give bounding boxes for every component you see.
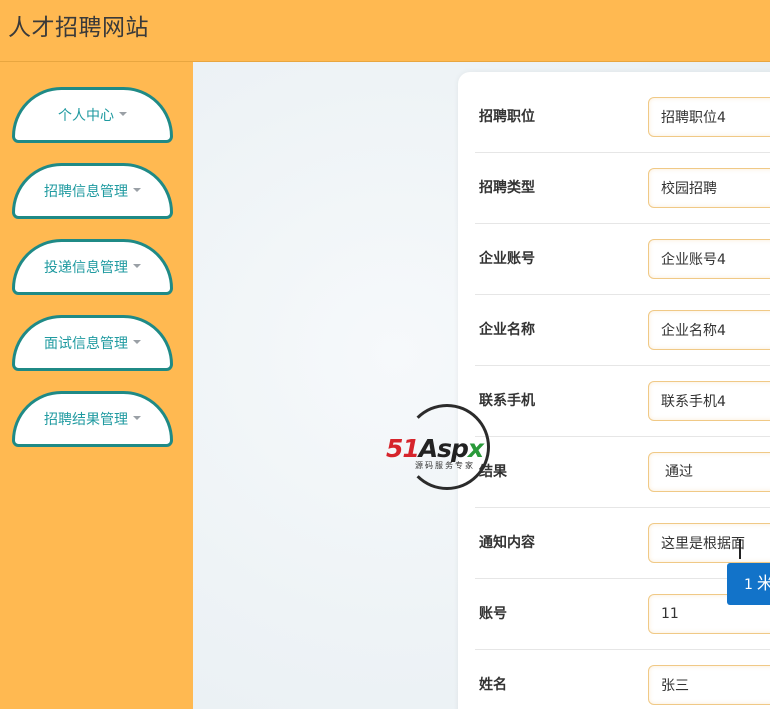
floating-side-button[interactable]: 1米: [727, 563, 770, 605]
position-field[interactable]: [648, 97, 770, 137]
form-row-notice: 通知内容: [475, 508, 770, 579]
field-label: 通知内容: [479, 535, 535, 551]
notice-content-field[interactable]: [648, 523, 770, 563]
field-label: 企业账号: [479, 251, 535, 267]
sidebar-item-personal-center[interactable]: 个人中心: [12, 87, 173, 143]
sidebar-item-label: 招聘信息管理: [44, 184, 128, 200]
sidebar-item-label: 个人中心: [58, 108, 114, 124]
sidebar-item-label: 面试信息管理: [44, 336, 128, 352]
field-label: 招聘职位: [479, 109, 535, 125]
result-select[interactable]: 通过: [648, 452, 770, 492]
detail-form: 招聘职位 招聘类型 企业账号 企业名称 联系手机 结果 通过 通知内容 账号 姓…: [458, 72, 770, 709]
contact-phone-field[interactable]: [648, 381, 770, 421]
form-row-company-account: 企业账号: [475, 224, 770, 295]
field-label: 招聘类型: [479, 180, 535, 196]
sidebar-item-interview-info[interactable]: 面试信息管理: [12, 315, 173, 371]
form-row-type: 招聘类型: [475, 153, 770, 224]
form-row-phone: 联系手机: [475, 366, 770, 437]
form-row-result: 结果 通过: [475, 437, 770, 508]
sidebar-item-label: 招聘结果管理: [44, 412, 128, 428]
company-account-field[interactable]: [648, 239, 770, 279]
form-row-name: 姓名: [475, 650, 770, 709]
form-row-position: 招聘职位: [475, 82, 770, 153]
caret-down-icon: [133, 188, 141, 192]
form-row-company-name: 企业名称: [475, 295, 770, 366]
field-label: 企业名称: [479, 322, 535, 338]
float-button-big-text: 米: [756, 574, 770, 594]
field-label: 姓名: [479, 677, 507, 693]
text-cursor-icon: [739, 539, 741, 559]
sidebar: 个人中心 招聘信息管理 投递信息管理 面试信息管理 招聘结果管理: [0, 62, 193, 709]
sidebar-item-label: 投递信息管理: [44, 260, 128, 276]
site-title: 人才招聘网站: [8, 15, 149, 41]
float-button-small-text: 1: [744, 577, 753, 593]
caret-down-icon: [133, 340, 141, 344]
watermark-brand: 51Aspx: [386, 434, 484, 463]
recruit-type-field[interactable]: [648, 168, 770, 208]
form-row-account: 账号: [475, 579, 770, 650]
name-field[interactable]: [648, 665, 770, 705]
caret-down-icon: [133, 264, 141, 268]
caret-down-icon: [133, 416, 141, 420]
field-label: 账号: [479, 606, 507, 622]
watermark-logo: 51Aspx 源码服务专家: [386, 404, 516, 494]
watermark-tagline: 源码服务专家: [415, 461, 475, 470]
sidebar-item-delivery-info[interactable]: 投递信息管理: [12, 239, 173, 295]
sidebar-item-recruitment-info[interactable]: 招聘信息管理: [12, 163, 173, 219]
sidebar-item-recruitment-result[interactable]: 招聘结果管理: [12, 391, 173, 447]
company-name-field[interactable]: [648, 310, 770, 350]
caret-down-icon: [119, 112, 127, 116]
header-bar: 人才招聘网站: [0, 0, 770, 62]
